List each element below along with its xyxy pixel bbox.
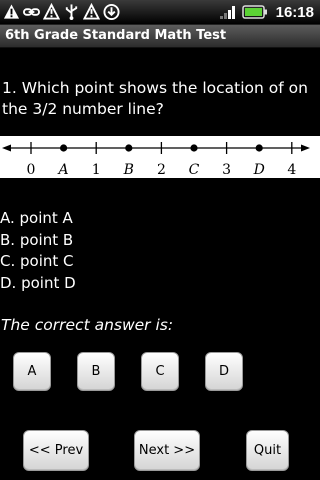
answer-c-button[interactable]: C <box>141 352 179 391</box>
tick-label-d: D <box>253 162 265 178</box>
link-icon <box>23 8 40 16</box>
battery-icon <box>241 5 267 19</box>
right-arrow-icon <box>301 144 310 152</box>
question-text: 1. Which point shows the location of on … <box>2 79 308 118</box>
status-bar: 16:18 <box>0 0 320 25</box>
option-b: B. point B <box>0 230 74 249</box>
tick-label-a: A <box>57 162 69 178</box>
point-a <box>60 144 68 152</box>
alert-icon <box>43 3 60 20</box>
usb-icon <box>65 4 78 21</box>
alert-icon <box>83 3 100 20</box>
download-icon <box>103 3 120 21</box>
answer-b-button[interactable]: B <box>77 352 115 391</box>
tick-label-1: 1 <box>92 162 101 178</box>
warning-icon <box>3 4 20 19</box>
next-button[interactable]: Next >> <box>134 430 200 471</box>
answer-a-button[interactable]: A <box>13 352 51 391</box>
number-line-image: 0 A 1 B 2 C 3 D 4 <box>0 136 320 178</box>
signal-icon <box>219 6 235 19</box>
clock: 16:18 <box>275 3 314 21</box>
tick-label-2: 2 <box>157 162 166 178</box>
prev-button[interactable]: << Prev <box>23 430 89 471</box>
point-d <box>255 144 263 152</box>
point-c <box>190 144 198 152</box>
left-arrow-icon <box>2 144 11 152</box>
number-line: 0 A 1 B 2 C 3 D 4 <box>2 142 310 178</box>
tick-label-0: 0 <box>27 162 36 178</box>
point-b <box>125 144 133 152</box>
tick-label-c: C <box>189 162 200 178</box>
app-title: 6th Grade Standard Math Test <box>5 28 227 43</box>
option-d: D. point D <box>0 273 76 292</box>
quit-button[interactable]: Quit <box>246 430 289 471</box>
system-status: 16:18 <box>219 3 314 21</box>
number-line-labels: 0 A 1 B 2 C 3 D 4 <box>27 162 297 178</box>
tick-label-3: 3 <box>222 162 231 178</box>
tick-label-b: B <box>123 162 134 178</box>
tick-label-4: 4 <box>287 162 296 178</box>
answer-prompt: The correct answer is: <box>1 316 174 334</box>
notification-icons <box>3 3 120 21</box>
option-c: C. point C <box>0 252 74 270</box>
title-bar: 6th Grade Standard Math Test <box>0 25 320 48</box>
option-a: A. point A <box>0 209 73 227</box>
answer-options: A. point A B. point B C. point C D. poin… <box>0 208 320 294</box>
answer-d-button[interactable]: D <box>205 352 243 391</box>
